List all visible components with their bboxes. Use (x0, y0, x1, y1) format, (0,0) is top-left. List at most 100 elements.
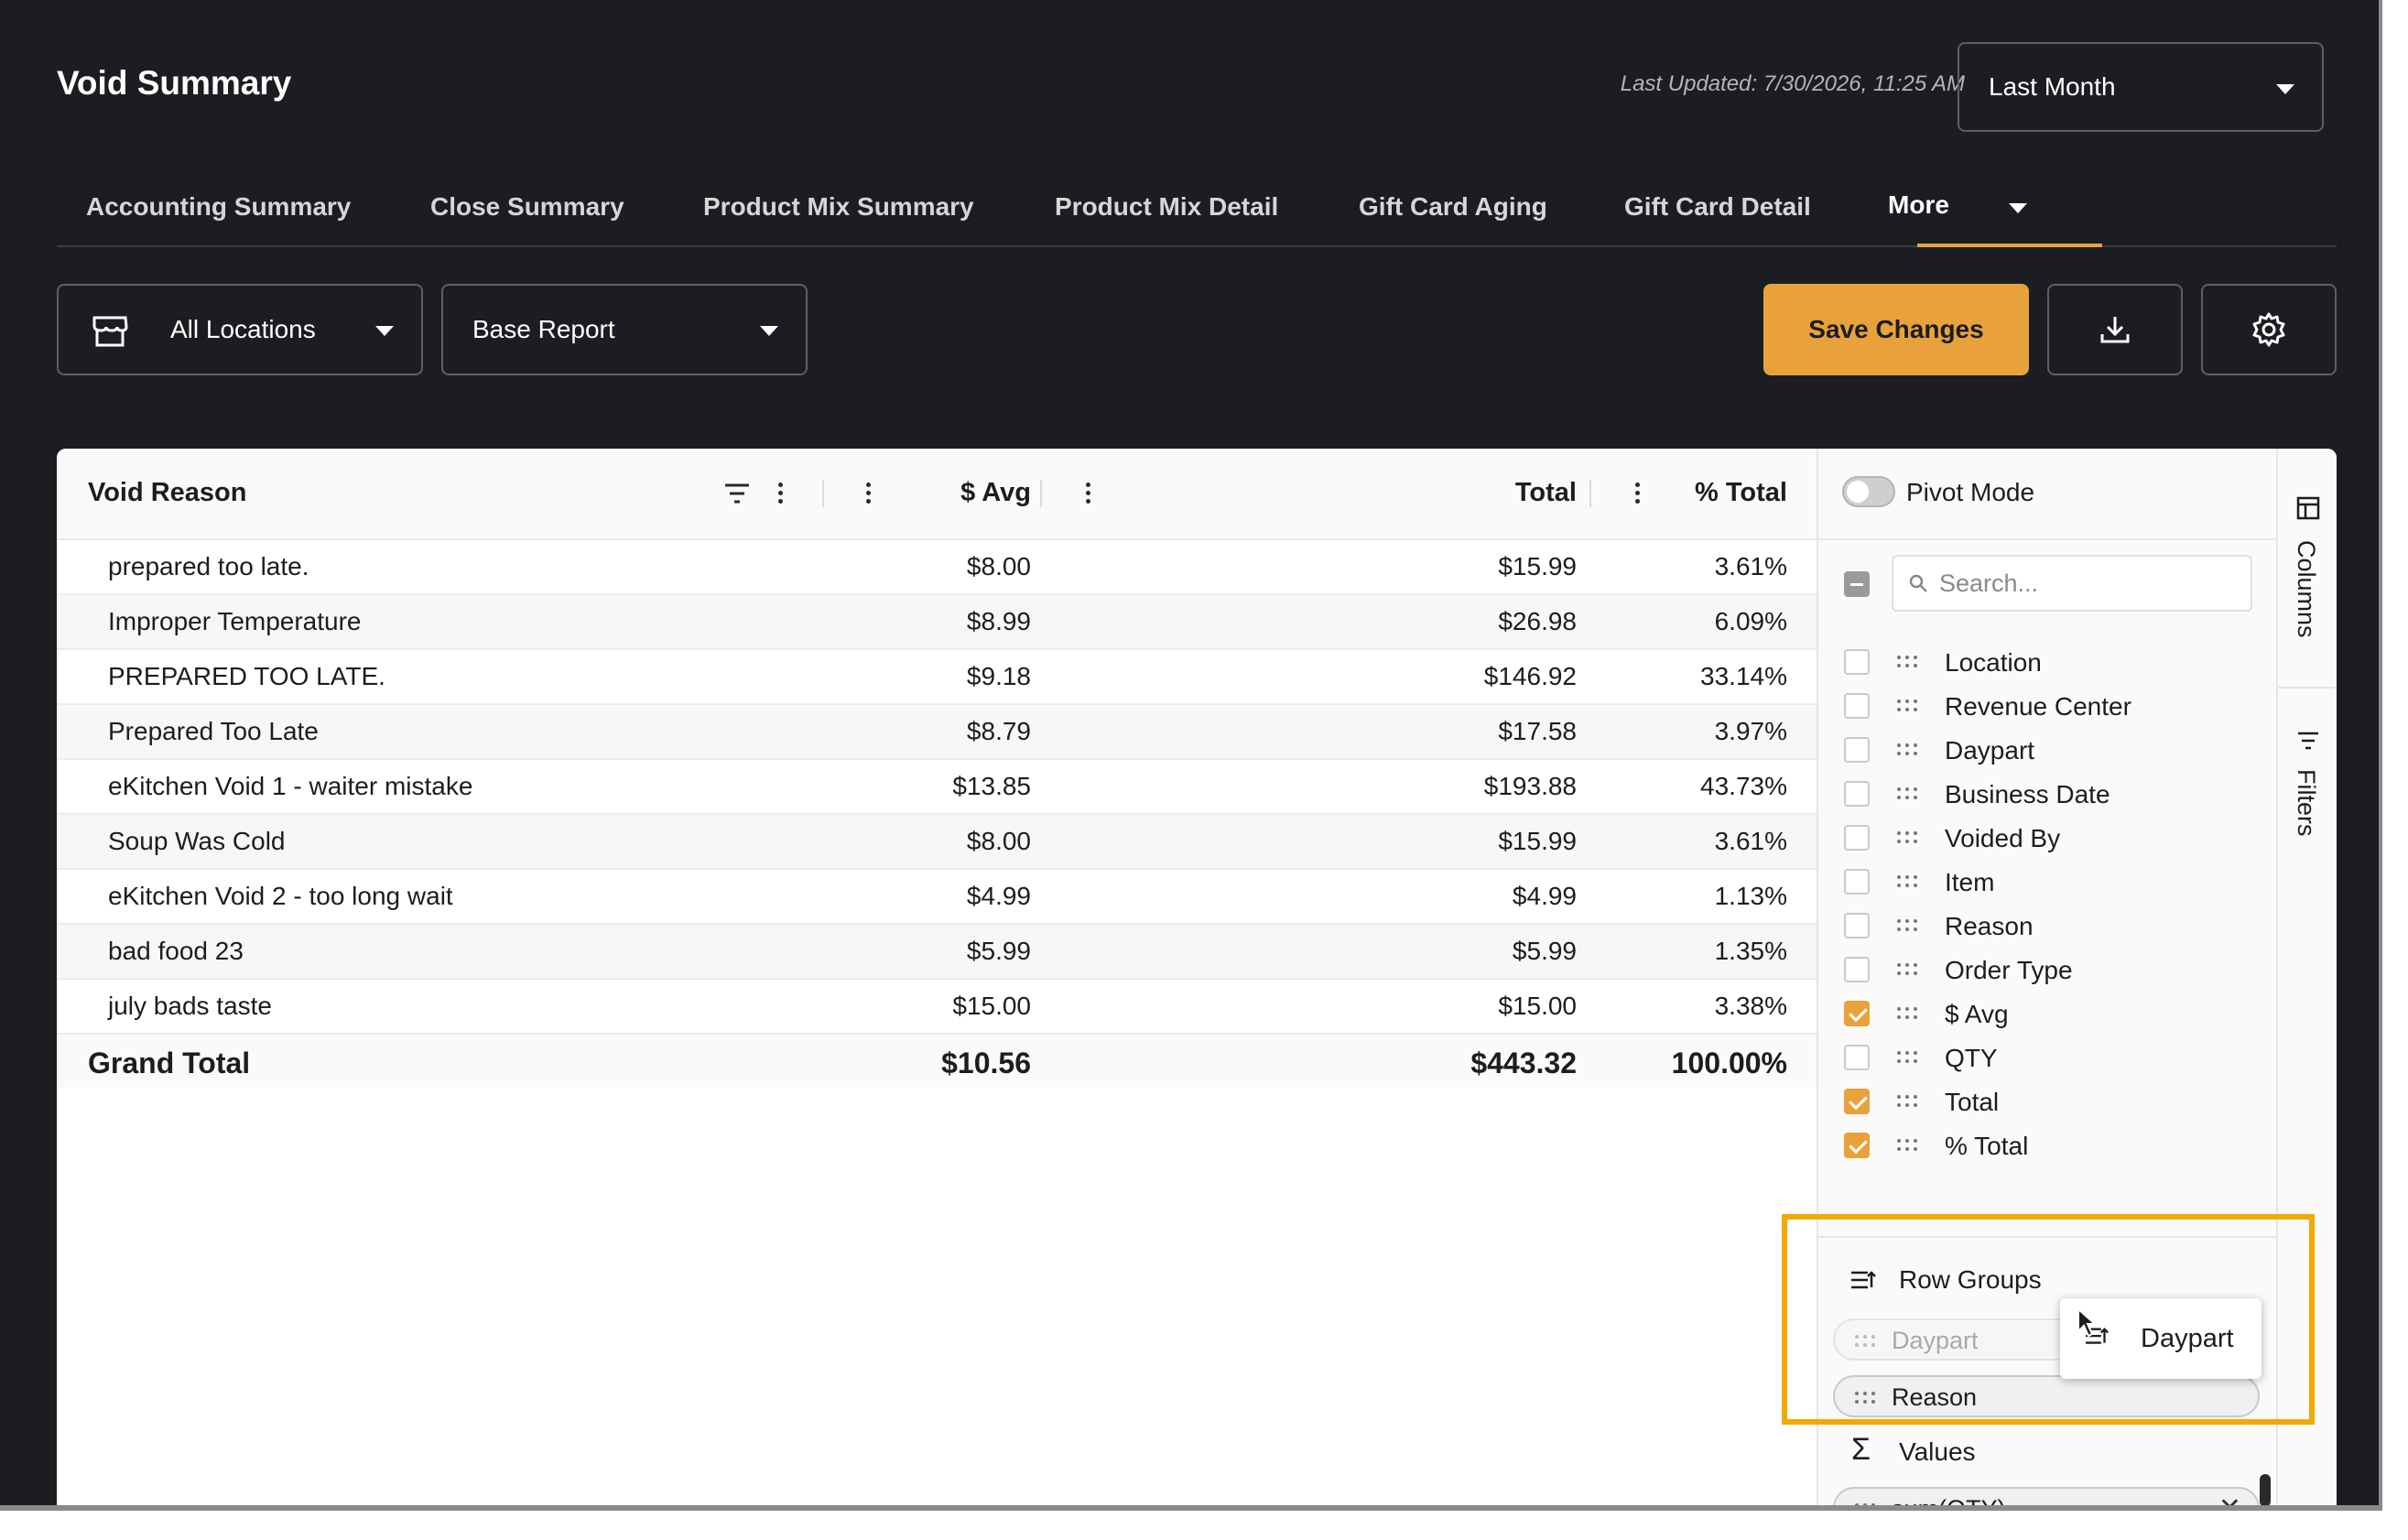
filter-icon (2298, 732, 2318, 750)
table-row[interactable]: july bads taste $15.00 $15.00 3.38% (57, 980, 1817, 1035)
column-item[interactable]: Revenue Center (1818, 685, 2258, 727)
column-header-total[interactable]: Total (1515, 478, 1577, 508)
grand-total-total: $443.32 (1470, 1047, 1577, 1079)
column-header-void-reason[interactable]: Void Reason (88, 478, 247, 508)
column-checkbox[interactable] (1844, 737, 1870, 763)
drag-ghost-label: Daypart (2141, 1324, 2234, 1353)
column-header-avg[interactable]: $ Avg (960, 478, 1031, 508)
column-item[interactable]: % Total (1818, 1124, 2258, 1166)
column-menu-icon[interactable] (866, 480, 872, 507)
filter-icon[interactable] (723, 482, 751, 505)
drag-handle-icon[interactable] (1897, 1095, 1919, 1108)
table-row[interactable]: PREPARED TOO LATE. $9.18 $146.92 33.14% (57, 650, 1817, 705)
table-row[interactable]: prepared too late. $8.00 $15.99 3.61% (57, 540, 1817, 595)
column-item[interactable]: Order Type (1818, 949, 2258, 991)
cell-total: $26.98 (1498, 607, 1577, 635)
column-checkbox[interactable] (1844, 913, 1870, 938)
column-menu-icon[interactable] (1086, 480, 1091, 507)
column-resize-handle[interactable] (1589, 480, 1591, 507)
select-all-checkbox[interactable] (1844, 571, 1870, 597)
report-tabs: Accounting Summary Close Summary Product… (57, 181, 2337, 247)
table-row[interactable]: Improper Temperature $8.99 $26.98 6.09% (57, 595, 1817, 650)
tab-more[interactable]: More (1888, 190, 2027, 220)
column-resize-handle[interactable] (1040, 480, 1042, 507)
column-search-input[interactable]: Search... (1892, 555, 2252, 612)
column-menu-icon[interactable] (1635, 480, 1641, 507)
drag-handle-icon[interactable] (1897, 919, 1919, 932)
column-item[interactable]: Voided By (1818, 817, 2258, 859)
drag-handle-icon[interactable] (1897, 875, 1919, 888)
side-tab-columns[interactable]: Columns (2278, 449, 2337, 689)
drag-handle-icon[interactable] (1897, 1051, 1919, 1064)
locations-select[interactable]: All Locations (57, 284, 423, 375)
column-resize-handle[interactable] (822, 480, 824, 507)
cell-reason: PREPARED TOO LATE. (108, 662, 385, 690)
drag-handle-icon[interactable] (1897, 656, 1919, 668)
column-checkbox[interactable] (1844, 693, 1870, 719)
cell-pct-total: 33.14% (1700, 662, 1787, 690)
close-icon[interactable]: ✕ (2218, 1492, 2241, 1505)
column-checkbox[interactable] (1844, 825, 1870, 851)
settings-button[interactable] (2201, 284, 2337, 375)
tab-accounting-summary[interactable]: Accounting Summary (86, 192, 351, 222)
column-item-label: Reason (1945, 912, 2034, 940)
tab-gift-card-detail[interactable]: Gift Card Detail (1624, 192, 1811, 222)
download-button[interactable] (2047, 284, 2183, 375)
tab-product-mix-detail[interactable]: Product Mix Detail (1055, 192, 1278, 222)
column-item-label: Location (1945, 648, 2042, 677)
column-checkbox[interactable] (1844, 781, 1870, 807)
drag-handle-icon[interactable] (1897, 1139, 1919, 1152)
cell-avg: $8.99 (966, 607, 1031, 635)
cell-total: $4.99 (1512, 882, 1577, 910)
cell-reason: eKitchen Void 1 - waiter mistake (108, 772, 473, 800)
drag-handle-icon[interactable] (1897, 1007, 1919, 1020)
column-checkbox[interactable] (1844, 869, 1870, 895)
table-row[interactable]: eKitchen Void 2 - too long wait $4.99 $4.9… (57, 870, 1817, 925)
cell-pct-total: 3.61% (1714, 827, 1787, 855)
cell-reason: Prepared Too Late (108, 717, 319, 745)
column-item[interactable]: Business Date (1818, 773, 2258, 815)
column-item[interactable]: Reason (1818, 905, 2258, 947)
cell-pct-total: 3.38% (1714, 992, 1787, 1020)
table-row[interactable]: bad food 23 $5.99 $5.99 1.35% (57, 925, 1817, 980)
date-range-select[interactable]: Last Month (1958, 42, 2324, 132)
table-row[interactable]: Soup Was Cold $8.00 $15.99 3.61% (57, 815, 1817, 870)
column-item[interactable]: Location (1818, 641, 2258, 683)
search-placeholder: Search... (1939, 569, 2039, 597)
tab-gift-card-aging[interactable]: Gift Card Aging (1359, 192, 1547, 222)
value-chip-sum-qty[interactable]: sum(QTY) ✕ (1833, 1487, 2260, 1505)
drag-handle-icon[interactable] (1897, 700, 1919, 712)
column-item-label: Daypart (1945, 736, 2035, 765)
cell-avg: $4.99 (966, 882, 1031, 910)
save-changes-button[interactable]: Save Changes (1763, 284, 2029, 375)
cell-total: $17.58 (1498, 717, 1577, 745)
column-item[interactable]: Total (1818, 1080, 2258, 1122)
column-checkbox[interactable] (1844, 1089, 1870, 1114)
column-item[interactable]: QTY (1818, 1036, 2258, 1079)
cell-pct-total: 43.73% (1700, 772, 1787, 800)
drag-handle-icon[interactable] (1897, 831, 1919, 844)
report-select[interactable]: Base Report (441, 284, 808, 375)
column-item[interactable]: $ Avg (1818, 992, 2258, 1035)
table-row[interactable]: Prepared Too Late $8.79 $17.58 3.97% (57, 705, 1817, 760)
column-checkbox[interactable] (1844, 957, 1870, 982)
column-menu-icon[interactable] (778, 480, 784, 507)
cell-total: $15.00 (1498, 992, 1577, 1020)
column-item[interactable]: Item (1818, 861, 2258, 903)
column-checkbox[interactable] (1844, 1133, 1870, 1158)
table-row[interactable]: eKitchen Void 1 - waiter mistake $13.85 $1… (57, 760, 1817, 815)
values-title: Values (1899, 1437, 1976, 1466)
column-item[interactable]: Daypart (1818, 729, 2258, 771)
pivot-mode-toggle[interactable] (1842, 476, 1895, 507)
side-tab-filters[interactable]: Filters (2278, 689, 2337, 890)
scrollbar-thumb[interactable] (2260, 1474, 2271, 1505)
column-checkbox[interactable] (1844, 1001, 1870, 1026)
drag-handle-icon[interactable] (1897, 963, 1919, 976)
column-checkbox[interactable] (1844, 649, 1870, 675)
drag-handle-icon[interactable] (1897, 743, 1919, 756)
column-header-pct-total[interactable]: % Total (1695, 478, 1787, 508)
drag-handle-icon[interactable] (1897, 787, 1919, 800)
column-checkbox[interactable] (1844, 1045, 1870, 1070)
tab-product-mix-summary[interactable]: Product Mix Summary (703, 192, 974, 222)
tab-close-summary[interactable]: Close Summary (430, 192, 624, 222)
